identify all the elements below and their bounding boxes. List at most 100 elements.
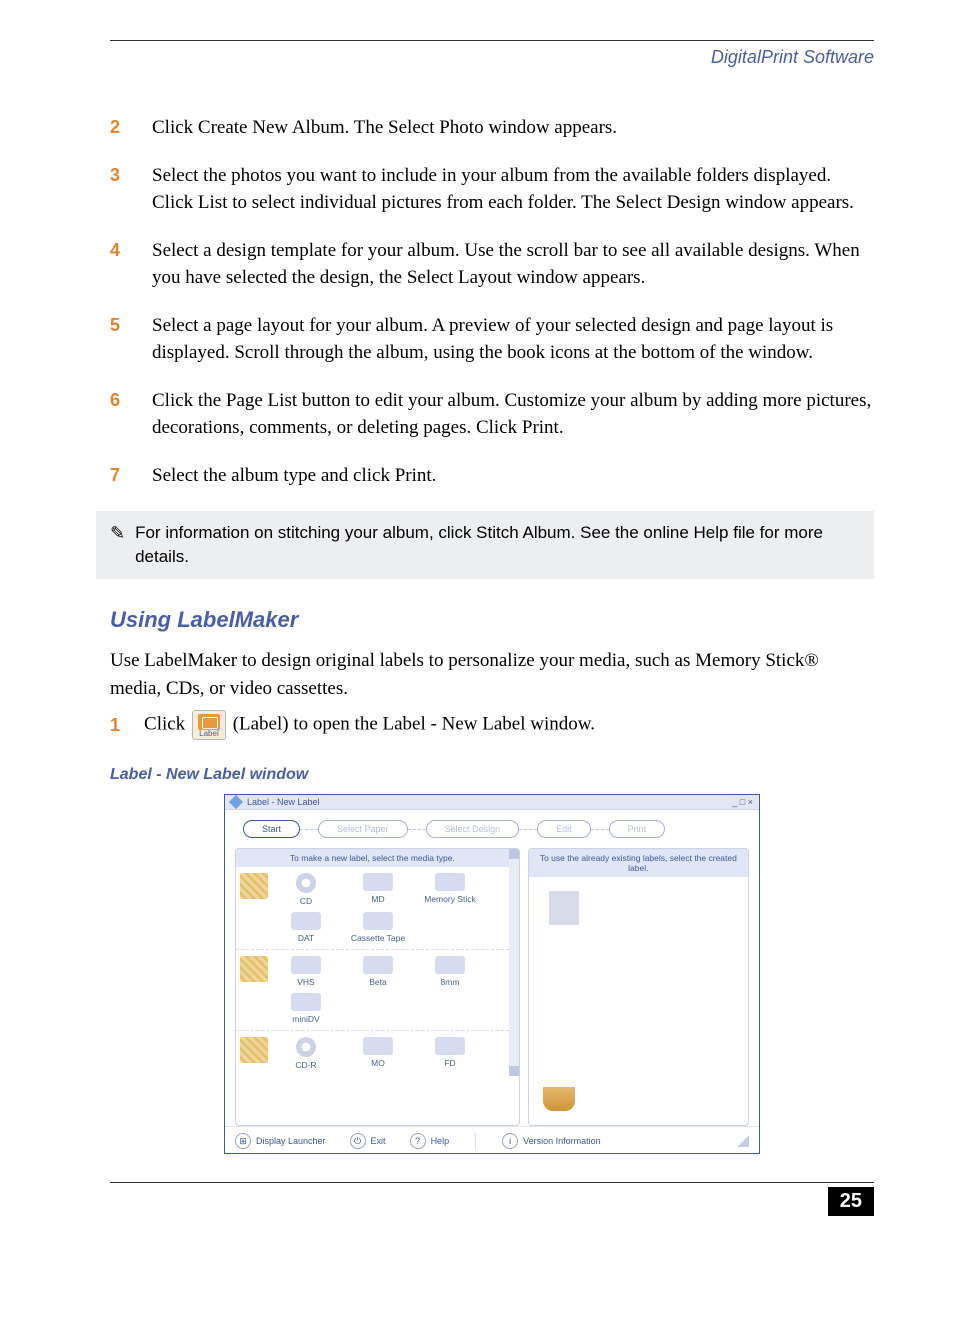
- wizard-step-start[interactable]: Start: [243, 820, 300, 838]
- media-icon: [435, 873, 465, 891]
- category-icon: [240, 1037, 268, 1063]
- media-label: CD: [300, 896, 312, 906]
- step1-post: (Label) to open the Label - New Label wi…: [233, 714, 595, 735]
- version-label: Version Information: [523, 1136, 601, 1146]
- media-label: 8mm: [441, 977, 460, 987]
- trash-basket-icon[interactable]: [543, 1087, 575, 1111]
- media-label: CD-R: [295, 1060, 316, 1070]
- help-icon: ?: [410, 1133, 426, 1149]
- category-icon: [240, 873, 268, 899]
- status-bar: ⊞ Display Launcher ⏻ Exit ? Help i Versi…: [225, 1126, 759, 1153]
- media-type-mo[interactable]: MO: [350, 1037, 406, 1070]
- help-label: Help: [431, 1136, 450, 1146]
- display-launcher-button[interactable]: ⊞ Display Launcher: [235, 1133, 326, 1149]
- scroll-down-icon[interactable]: [509, 1066, 519, 1076]
- running-head: DigitalPrint Software: [110, 47, 874, 68]
- step-number: 5: [110, 312, 128, 367]
- step-number: 4: [110, 237, 128, 292]
- media-type-md[interactable]: MD: [350, 873, 406, 906]
- media-label: DAT: [298, 933, 314, 943]
- media-type-dat[interactable]: DAT: [278, 912, 334, 943]
- exit-button[interactable]: ⏻ Exit: [350, 1133, 386, 1149]
- step-text: Select a design template for your album.…: [152, 237, 874, 292]
- media-icon: [363, 956, 393, 974]
- media-type-beta[interactable]: Beta: [350, 956, 406, 987]
- media-type-8mm[interactable]: 8mm: [422, 956, 478, 987]
- step-text: Select the album type and click Print.: [152, 462, 874, 490]
- media-label: MO: [371, 1058, 385, 1068]
- note-box: ✎ For information on stitching your albu…: [96, 511, 874, 579]
- step-item: 3 Select the photos you want to include i…: [110, 162, 874, 217]
- step-number: 6: [110, 387, 128, 442]
- media-group: CD MD Memory Stick DAT Cassette Tape: [236, 867, 509, 949]
- media-type-cd-r[interactable]: CD-R: [278, 1037, 334, 1070]
- media-group: CD-R MO FD: [236, 1030, 509, 1076]
- note-text: For information on stitching your album,…: [135, 521, 860, 569]
- media-type-fd[interactable]: FD: [422, 1037, 478, 1070]
- window-buttons[interactable]: _ □ ×: [732, 797, 753, 807]
- step-1: 1 Click Label (Label) to open the Label …: [110, 710, 874, 740]
- media-icon: [435, 956, 465, 974]
- step-number: 2: [110, 114, 128, 142]
- media-label: Memory Stick: [424, 894, 475, 904]
- scroll-up-icon[interactable]: [509, 849, 519, 859]
- media-label: Beta: [369, 977, 387, 987]
- wizard-step-print: Print: [609, 820, 666, 838]
- help-button[interactable]: ? Help: [410, 1133, 450, 1149]
- step-text: Select the photos you want to include in…: [152, 162, 874, 217]
- wizard-connector: [408, 829, 426, 830]
- info-icon: i: [502, 1133, 518, 1149]
- media-type-minidv[interactable]: miniDV: [278, 993, 334, 1024]
- page-number: 25: [828, 1187, 874, 1216]
- media-group: VHS Beta 8mm miniDV: [236, 949, 509, 1030]
- media-label: MD: [371, 894, 384, 904]
- step-number: 3: [110, 162, 128, 217]
- left-panel-header: To make a new label, select the media ty…: [236, 849, 509, 867]
- media-icon: [363, 873, 393, 891]
- wizard-step-select-design: Select Design: [426, 820, 520, 838]
- media-icon: [363, 912, 393, 930]
- numbered-steps: 2 Click Create New Album. The Select Phot…: [110, 114, 874, 489]
- wizard-step-select-paper: Select Paper: [318, 820, 408, 838]
- section-heading: Using LabelMaker: [110, 607, 874, 633]
- media-icon: [296, 873, 316, 893]
- right-panel-header: To use the already existing labels, sele…: [529, 849, 748, 877]
- figure-caption: Label - New Label window: [110, 766, 874, 784]
- media-type-vhs[interactable]: VHS: [278, 956, 334, 987]
- media-type-cd[interactable]: CD: [278, 873, 334, 906]
- scrollbar[interactable]: [509, 849, 519, 1076]
- section-intro: Use LabelMaker to design original labels…: [110, 647, 874, 702]
- step-text: Click Create New Album. The Select Photo…: [152, 114, 874, 142]
- media-label: Cassette Tape: [351, 933, 405, 943]
- app-icon: [229, 795, 243, 809]
- step1-pre: Click: [144, 714, 185, 735]
- media-type-panel: To make a new label, select the media ty…: [235, 848, 520, 1126]
- step-item: 4 Select a design template for your album…: [110, 237, 874, 292]
- wizard-steps: StartSelect PaperSelect DesignEditPrint: [225, 810, 759, 848]
- version-info-button[interactable]: i Version Information: [502, 1133, 601, 1149]
- step-item: 7Select the album type and click Print.: [110, 462, 874, 490]
- step-item: 5 Select a page layout for your album. A …: [110, 312, 874, 367]
- launcher-label: Display Launcher: [256, 1136, 326, 1146]
- media-icon: [291, 993, 321, 1011]
- step-text: Select a page layout for your album. A p…: [152, 312, 874, 367]
- media-label: FD: [444, 1058, 455, 1068]
- media-icon: [291, 956, 321, 974]
- wizard-connector: [519, 829, 537, 830]
- category-icon: [240, 956, 268, 982]
- title-bar: Label - New Label _ □ ×: [225, 795, 759, 810]
- launcher-icon: ⊞: [235, 1133, 251, 1149]
- resize-grip-icon[interactable]: [737, 1135, 749, 1147]
- media-type-memory-stick[interactable]: Memory Stick: [422, 873, 478, 906]
- media-type-cassette-tape[interactable]: Cassette Tape: [350, 912, 406, 943]
- label-icon-caption: Label: [199, 730, 219, 738]
- media-label: miniDV: [292, 1014, 319, 1024]
- separator: [475, 1133, 476, 1149]
- screenshot-window: Label - New Label _ □ × Start Select Pape…: [224, 794, 760, 1154]
- step-item: 6Click the Page List button to edit your…: [110, 387, 874, 442]
- wizard-connector: [591, 829, 609, 830]
- existing-label-icon[interactable]: [549, 891, 579, 925]
- media-icon: [363, 1037, 393, 1055]
- window-title: Label - New Label: [247, 797, 320, 807]
- media-icon: [296, 1037, 316, 1057]
